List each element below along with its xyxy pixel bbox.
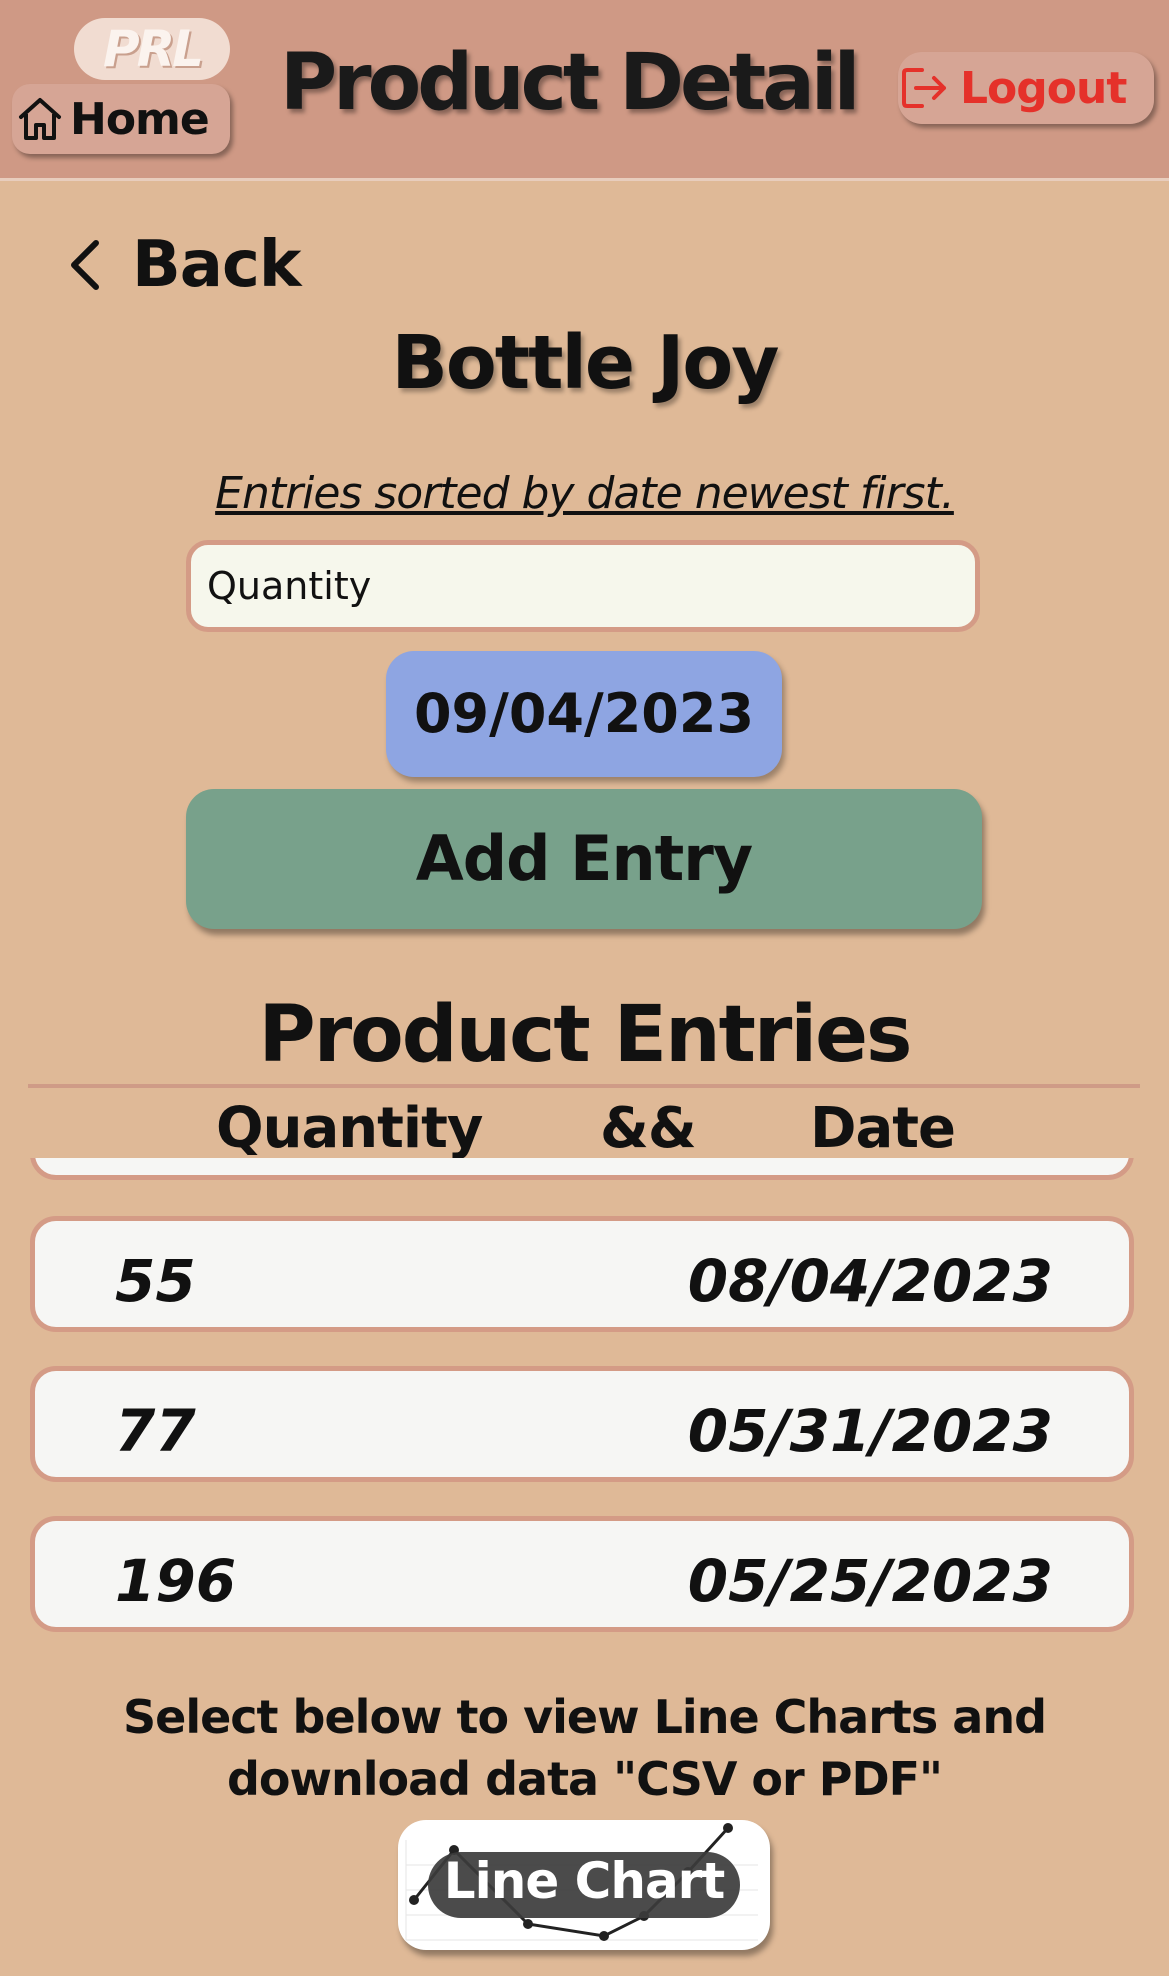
home-button[interactable]: Home — [12, 84, 230, 154]
divider — [28, 1084, 1140, 1088]
app-logo: PRL — [74, 18, 230, 80]
home-label: Home — [70, 93, 210, 145]
entry-date: 05/31/2023 — [687, 1397, 1053, 1465]
page-title: Product Detail — [280, 38, 860, 128]
add-entry-button[interactable]: Add Entry — [186, 789, 982, 929]
column-header-quantity: Quantity — [216, 1096, 483, 1161]
entries-title: Product Entries — [258, 990, 913, 1080]
list-item[interactable]: 196 05/25/2023 — [30, 1516, 1134, 1632]
line-chart-button[interactable]: Line Chart — [398, 1820, 770, 1950]
chevron-left-icon — [71, 240, 99, 290]
entry-quantity: 196 — [115, 1547, 237, 1615]
list-item[interactable]: 77 05/31/2023 — [30, 1366, 1134, 1482]
date-picker-button[interactable]: 09/04/2023 — [386, 651, 782, 777]
line-chart-label: Line Chart — [428, 1852, 740, 1918]
entries-list[interactable]: 55 08/04/2023 77 05/31/2023 196 05/25/20… — [28, 1158, 1140, 1638]
product-name: Bottle Joy — [391, 320, 780, 406]
list-item[interactable]: 55 08/04/2023 — [30, 1216, 1134, 1332]
quantity-input[interactable] — [186, 540, 980, 632]
entry-quantity: 55 — [115, 1247, 196, 1315]
chart-hint-text: Select below to view Line Charts and dow… — [122, 1690, 1047, 1806]
sort-note: Entries sorted by date newest first. — [215, 468, 955, 519]
back-button[interactable]: Back — [66, 228, 301, 302]
logout-button[interactable]: Logout — [898, 52, 1154, 124]
column-header-date: Date — [810, 1096, 956, 1161]
entry-date: 05/25/2023 — [687, 1547, 1053, 1615]
column-header-separator: && — [600, 1096, 697, 1161]
logout-icon — [902, 68, 946, 108]
back-label: Back — [132, 228, 301, 302]
logout-label: Logout — [960, 62, 1127, 114]
list-item[interactable] — [30, 1158, 1134, 1180]
entry-date: 08/04/2023 — [687, 1247, 1053, 1315]
app-header: PRL Home Product Detail Logout — [0, 0, 1169, 181]
entry-quantity: 77 — [115, 1397, 196, 1465]
home-icon — [19, 98, 61, 140]
